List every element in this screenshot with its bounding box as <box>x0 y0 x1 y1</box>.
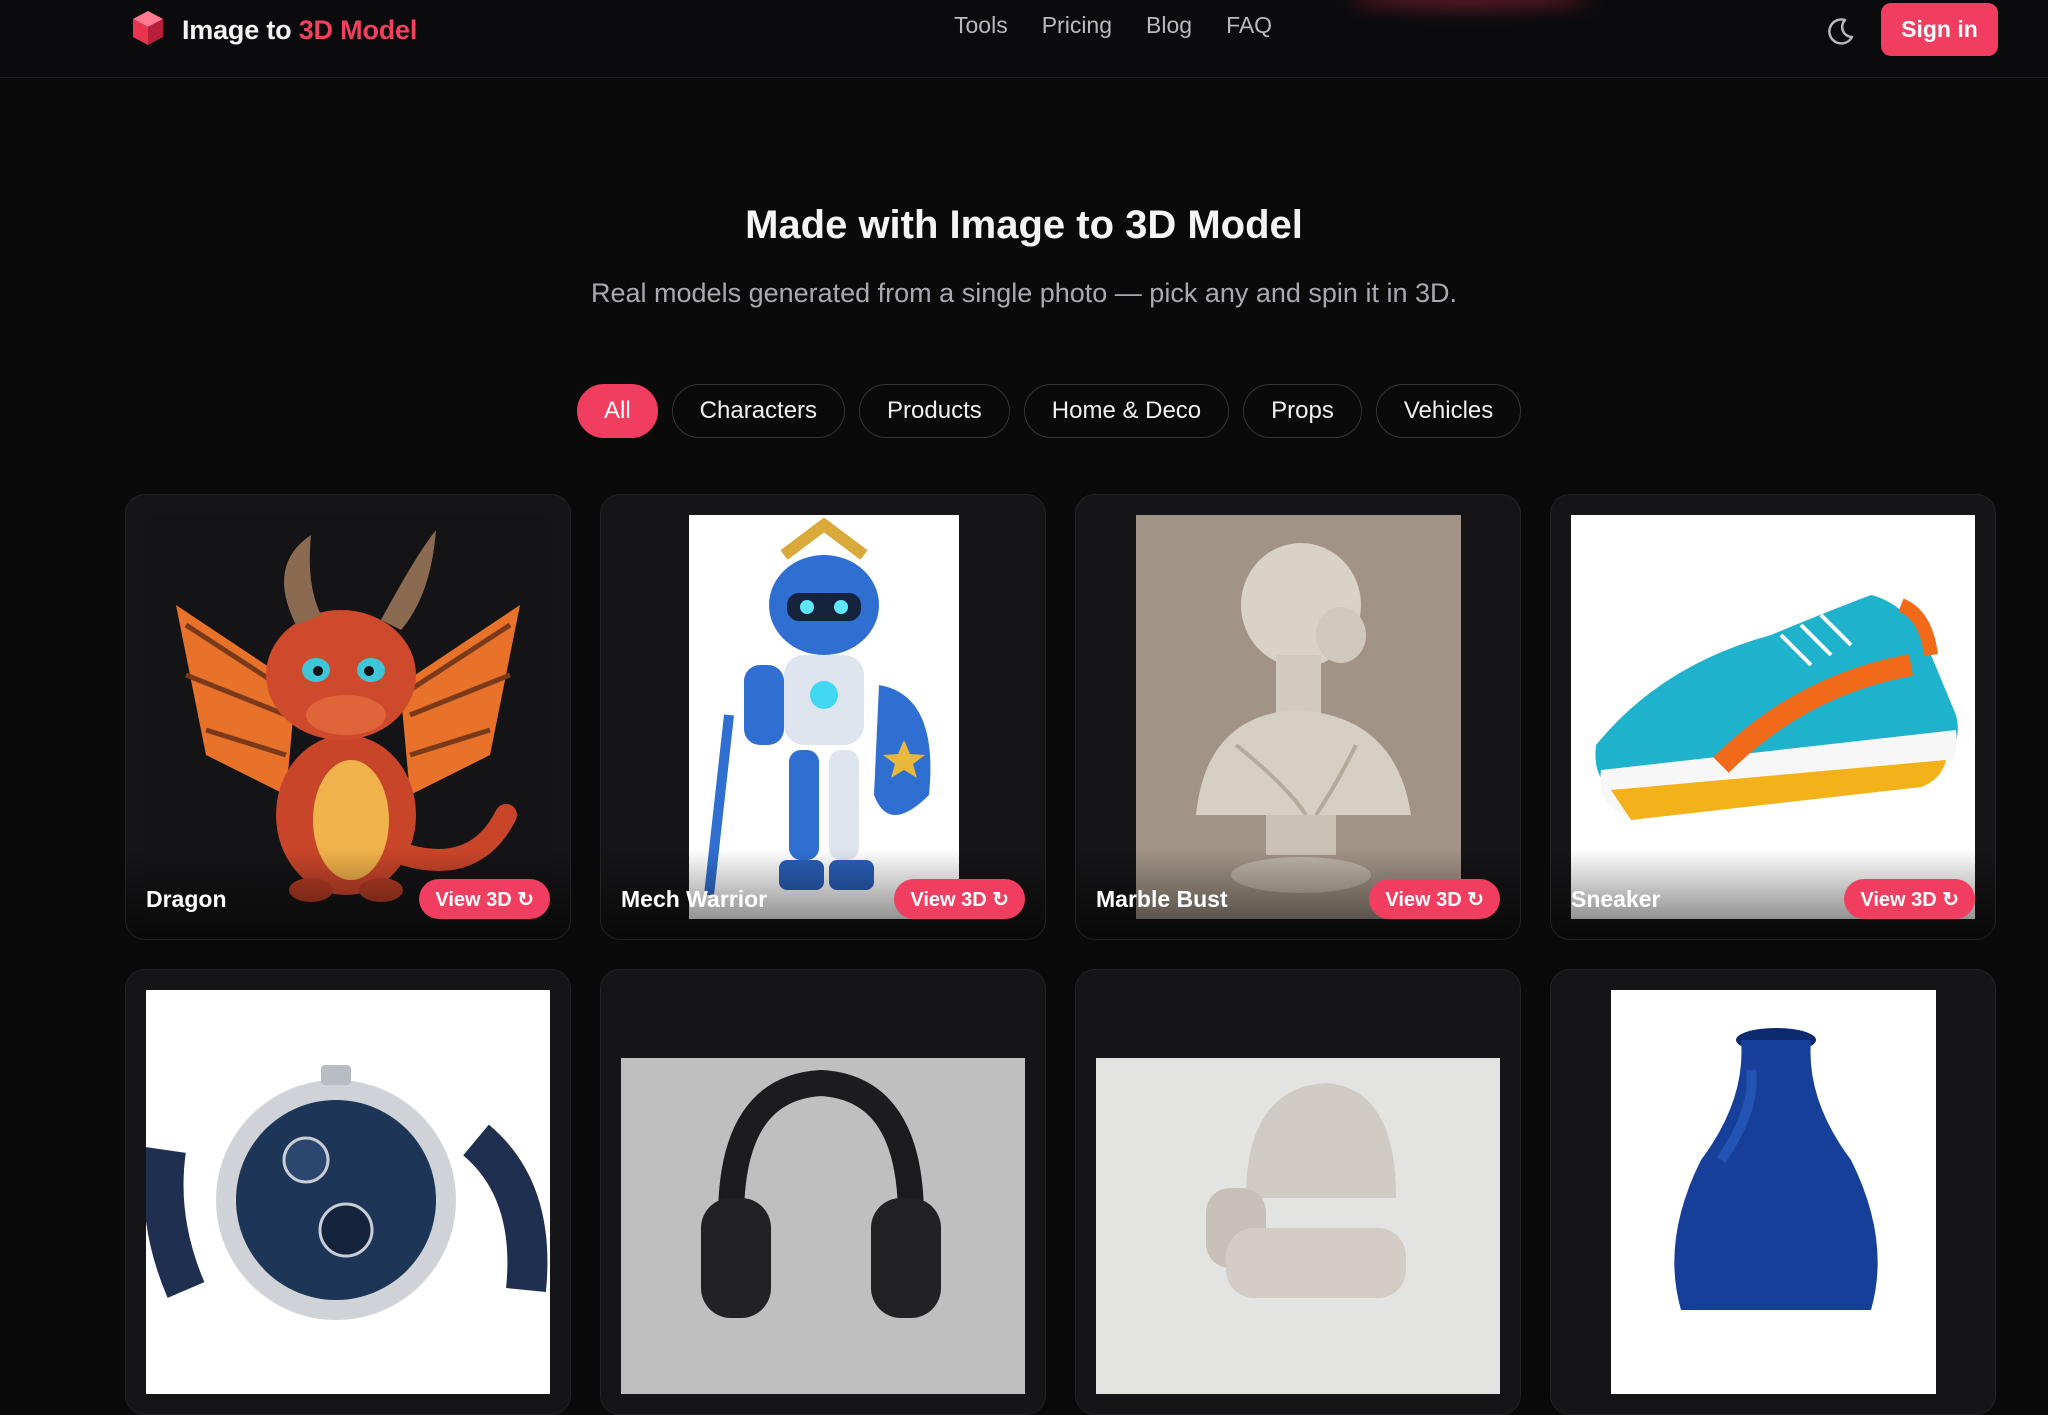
brand-logo[interactable]: Image to 3D Model <box>130 10 417 50</box>
model-card-mech-warrior[interactable]: Mech Warrior View 3D ↻ <box>600 494 1046 940</box>
view-3d-button[interactable]: View 3D ↻ <box>1369 879 1500 919</box>
view-3d-button[interactable]: View 3D ↻ <box>419 879 550 919</box>
card-title: Dragon <box>146 886 227 912</box>
card-title: Mech Warrior <box>621 886 768 912</box>
vase-image <box>1611 990 1936 1394</box>
model-card-dragon[interactable]: Dragon View 3D ↻ <box>125 494 571 940</box>
model-card-watch[interactable] <box>125 969 571 1415</box>
filter-props[interactable]: Props <box>1243 384 1362 438</box>
top-navigation: Image to 3D Model Tools Pricing Blog FAQ… <box>0 0 2048 78</box>
view-3d-button[interactable]: View 3D ↻ <box>1844 879 1975 919</box>
model-card-chair[interactable] <box>1075 969 1521 1415</box>
page-subtitle: Real models generated from a single phot… <box>591 278 1457 308</box>
filter-products[interactable]: Products <box>859 384 1010 438</box>
model-card-marble-bust[interactable]: Marble Bust View 3D ↻ <box>1075 494 1521 940</box>
model-card-vase[interactable] <box>1550 969 1996 1415</box>
headphones-image <box>621 1058 1025 1394</box>
category-filters: All Characters Products Home & Deco Prop… <box>577 384 1522 438</box>
nav-link-blog[interactable]: Blog <box>1146 12 1192 39</box>
moon-icon[interactable] <box>1822 14 1858 50</box>
model-card-sneaker[interactable]: Sneaker View 3D ↻ <box>1550 494 1996 940</box>
nav-glow-decoration <box>1350 0 1590 6</box>
card-title: Sneaker <box>1571 886 1661 912</box>
filter-characters[interactable]: Characters <box>671 384 846 438</box>
watch-image <box>146 990 550 1394</box>
nav-link-tools[interactable]: Tools <box>954 12 1008 39</box>
cube-logo-icon <box>130 9 166 52</box>
filter-home-deco[interactable]: Home & Deco <box>1023 384 1230 438</box>
sign-in-button[interactable]: Sign in <box>1881 3 1998 56</box>
nav-links: Tools Pricing Blog FAQ <box>954 12 1272 39</box>
chair-image <box>1096 1058 1500 1394</box>
filter-all[interactable]: All <box>577 384 658 438</box>
card-title: Marble Bust <box>1096 886 1228 912</box>
nav-link-faq[interactable]: FAQ <box>1226 12 1272 39</box>
nav-link-pricing[interactable]: Pricing <box>1042 12 1112 39</box>
brand-name: Image to 3D Model <box>182 14 418 45</box>
model-card-headphones[interactable] <box>600 969 1046 1415</box>
filter-vehicles[interactable]: Vehicles <box>1375 384 1522 438</box>
view-3d-button[interactable]: View 3D ↻ <box>894 879 1025 919</box>
page-title: Made with Image to 3D Model <box>745 203 1303 247</box>
